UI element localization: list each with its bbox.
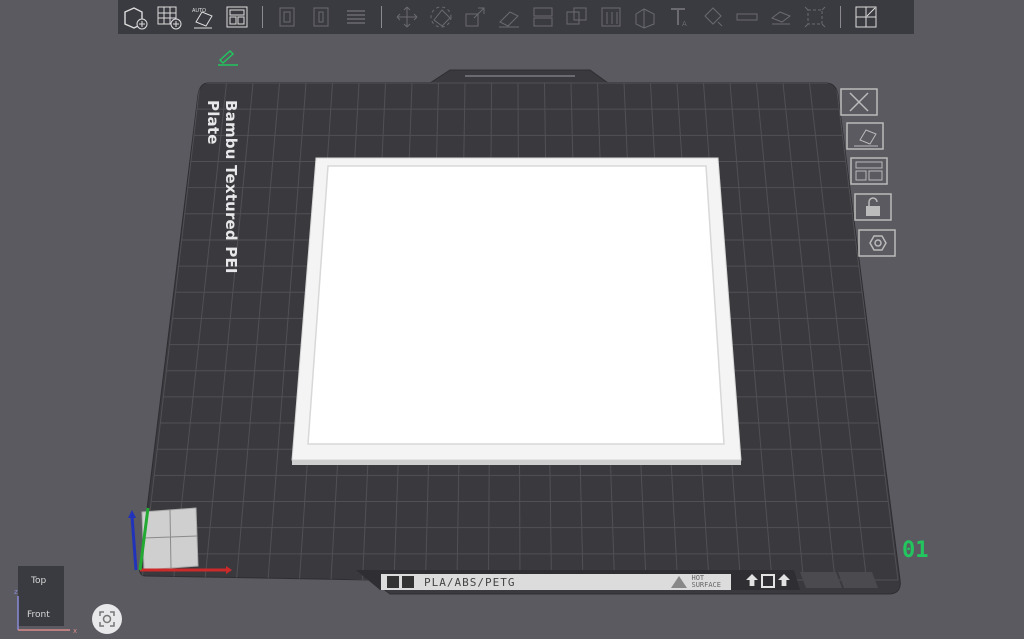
up-arrow-icon [778, 574, 790, 586]
close-plate-icon[interactable] [840, 88, 878, 116]
axis-z-label: z [14, 588, 18, 596]
plate-tools [838, 86, 908, 276]
plate-info-strip: PLA/ABS/PETG HOT SURFACE [381, 574, 731, 590]
plate-type-icon [402, 576, 414, 588]
plate-type-label: Bambu Textured PEI Plate [204, 100, 240, 274]
square-icon [761, 574, 775, 588]
lock-plate-icon[interactable] [854, 193, 892, 221]
warning-icon [671, 576, 688, 588]
plate-number: 01 [902, 538, 929, 563]
view-axes-indicator: z x [14, 588, 77, 635]
auto-orient-plate-icon[interactable] [846, 122, 884, 150]
warning-line-2: SURFACE [691, 581, 721, 589]
view-cube-top[interactable]: Top [31, 576, 46, 586]
plate-settings-icon[interactable] [858, 229, 896, 257]
focus-icon [99, 611, 115, 627]
plate-grid-icon [387, 576, 399, 588]
hot-surface-warning: HOT SURFACE [671, 575, 721, 589]
plate-side-icons [746, 574, 790, 588]
arrange-plate-icon[interactable] [850, 157, 888, 185]
up-arrow-icon [746, 574, 758, 586]
origin-axes [128, 507, 232, 574]
recenter-view-button[interactable] [92, 604, 122, 634]
filament-compat-label: PLA/ABS/PETG [424, 575, 516, 589]
axis-x-label: x [73, 627, 77, 635]
